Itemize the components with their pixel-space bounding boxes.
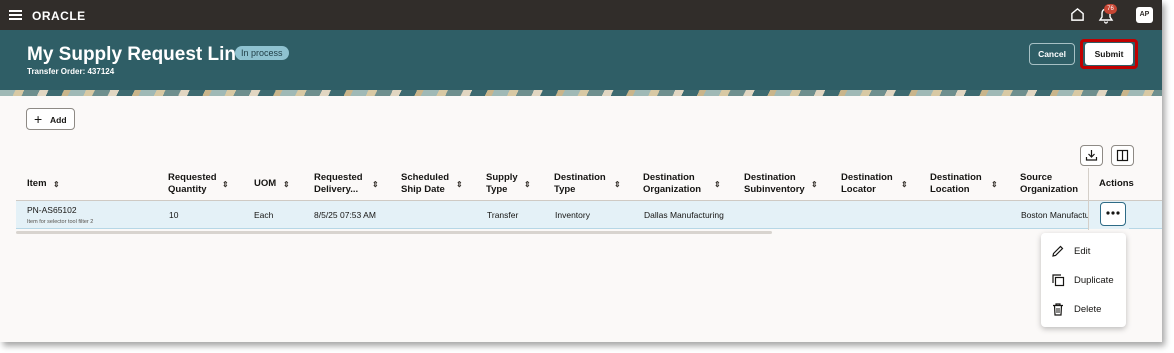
column-header-label: Quantity — [168, 184, 207, 195]
user-avatar[interactable]: AP — [1136, 7, 1153, 23]
horizontal-scrollbar[interactable] — [16, 231, 772, 234]
cell-requested-delivery: 8/5/25 07:53 AM — [314, 210, 376, 220]
duplicate-icon — [1052, 274, 1065, 287]
column-header-requested-delivery[interactable]: Requested Delivery... ⇕ — [314, 172, 379, 196]
column-header-label: Organization — [643, 184, 702, 195]
oracle-logo: ORACLE — [32, 9, 86, 23]
sort-icon[interactable]: ⇕ — [991, 179, 998, 191]
app-window: ORACLE 76 AP My Supply Request Lines In … — [0, 0, 1162, 342]
column-header-label: Locator — [841, 184, 876, 195]
menu-item-label: Edit — [1074, 246, 1091, 257]
add-button-label: Add — [50, 115, 67, 125]
manage-columns-button[interactable] — [1111, 145, 1134, 166]
column-header-label: Delivery... — [314, 184, 359, 195]
plus-icon: + — [34, 111, 43, 127]
trash-icon — [1053, 303, 1063, 316]
column-header-label: Destination — [643, 172, 695, 183]
column-header-item[interactable]: Item ⇕ — [27, 178, 60, 190]
cell-supply-type: Transfer — [487, 210, 519, 220]
sort-icon[interactable]: ⇕ — [53, 179, 60, 191]
column-header-label: UOM — [254, 178, 277, 189]
page-title: My Supply Request Lines — [27, 44, 258, 65]
column-header-label: Organization — [1020, 184, 1079, 195]
export-button[interactable] — [1080, 145, 1103, 166]
sort-icon[interactable]: ⇕ — [901, 179, 908, 191]
column-header-label: Destination — [744, 172, 796, 183]
hamburger-menu-icon[interactable] — [9, 10, 22, 20]
column-header-label: Requested — [314, 172, 363, 183]
menu-item-label: Duplicate — [1074, 275, 1114, 286]
column-header-label: Subinventory — [744, 184, 805, 195]
cell-item-description: Item for selector tool filter 2 — [27, 219, 94, 225]
cell-item[interactable]: PN-AS65102 — [27, 205, 77, 215]
column-header-requested-quantity[interactable]: Requested Quantity ⇕ — [168, 172, 229, 196]
sort-icon[interactable]: ⇕ — [811, 179, 818, 191]
column-header-label: Location — [930, 184, 970, 195]
column-header-supply-type[interactable]: Supply Type ⇕ — [486, 172, 531, 196]
column-header-label: Destination — [841, 172, 893, 183]
sort-icon[interactable]: ⇕ — [283, 179, 290, 191]
column-header-destination-type[interactable]: Destination Type ⇕ — [554, 172, 621, 196]
column-header-label: Source — [1020, 172, 1053, 183]
column-header-label: Requested — [168, 172, 217, 183]
row-actions-menu: Edit Duplicate Delete — [1041, 233, 1126, 327]
column-header-label: Supply — [486, 172, 518, 183]
menu-item-delete[interactable]: Delete — [1041, 297, 1126, 321]
column-header-label: Destination — [554, 172, 606, 183]
row-actions-button[interactable] — [1100, 202, 1126, 226]
column-header-uom[interactable]: UOM ⇕ — [254, 178, 290, 190]
home-icon[interactable] — [1070, 7, 1085, 22]
sort-icon[interactable]: ⇕ — [714, 179, 721, 191]
download-icon — [1085, 150, 1098, 161]
column-header-scheduled-ship-date[interactable]: Scheduled Ship Date ⇕ — [401, 172, 463, 196]
notification-count-badge: 76 — [1104, 4, 1117, 14]
menu-item-duplicate[interactable]: Duplicate — [1041, 268, 1126, 292]
column-header-destination-locator[interactable]: Destination Locator ⇕ — [841, 172, 908, 196]
sort-icon[interactable]: ⇕ — [524, 179, 531, 191]
status-badge: In process — [235, 46, 289, 60]
cell-requested-quantity: 10 — [169, 210, 179, 220]
submit-button[interactable]: Submit — [1085, 43, 1133, 65]
cell-destination-type: Inventory — [555, 210, 590, 220]
column-header-destination-subinventory[interactable]: Destination Subinventory ⇕ — [744, 172, 818, 196]
column-header-actions: Actions — [1099, 178, 1134, 190]
cell-uom: Each — [254, 210, 274, 220]
sort-icon[interactable]: ⇕ — [372, 179, 379, 191]
sort-icon[interactable]: ⇕ — [456, 179, 463, 191]
column-header-destination-organization[interactable]: Destination Organization ⇕ — [643, 172, 721, 196]
more-horizontal-icon — [1106, 211, 1120, 215]
column-header-label: Scheduled — [401, 172, 450, 183]
global-header: ORACLE 76 AP — [0, 0, 1162, 30]
cell-source-organization: Boston Manufactu — [1021, 210, 1088, 220]
add-button[interactable]: + Add — [26, 108, 75, 130]
column-header-label: Type — [554, 184, 576, 195]
column-header-source-organization[interactable]: Source Organization — [1020, 172, 1078, 196]
transfer-order-subtitle: Transfer Order: 437124 — [27, 67, 115, 76]
column-header-label: Ship Date — [401, 184, 445, 195]
column-header-destination-location[interactable]: Destination Location ⇕ — [930, 172, 998, 196]
column-header-label: Destination — [930, 172, 982, 183]
decorative-banner-pattern — [0, 90, 1162, 96]
pencil-icon — [1052, 245, 1064, 257]
menu-item-edit[interactable]: Edit — [1041, 239, 1126, 263]
columns-icon — [1116, 149, 1129, 162]
menu-item-label: Delete — [1074, 304, 1102, 315]
column-header-label: Item — [27, 178, 47, 189]
sort-icon[interactable]: ⇕ — [222, 179, 229, 191]
column-header-label: Type — [486, 184, 508, 195]
cancel-button[interactable]: Cancel — [1029, 43, 1075, 65]
cell-destination-organization: Dallas Manufacturing — [644, 210, 724, 220]
sort-icon[interactable]: ⇕ — [614, 179, 621, 191]
column-header-label: Actions — [1099, 178, 1134, 189]
